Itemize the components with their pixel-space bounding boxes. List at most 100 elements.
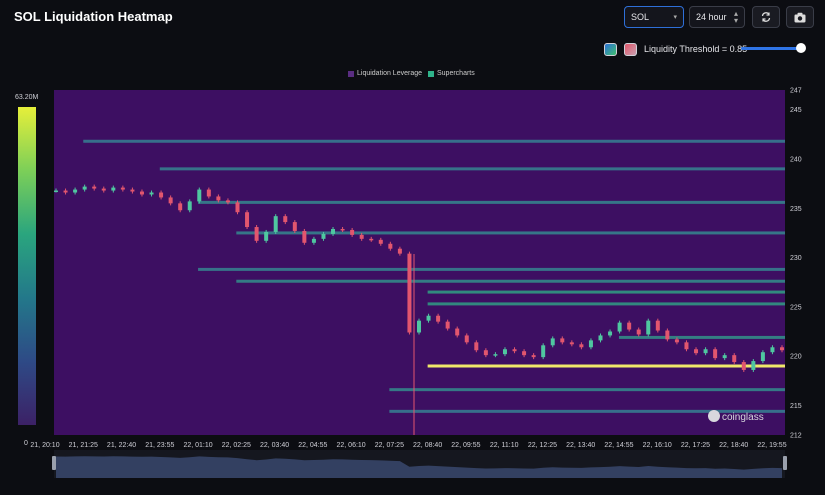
candle xyxy=(292,222,297,231)
candle xyxy=(722,355,727,359)
candle xyxy=(359,234,364,239)
candle xyxy=(464,335,469,343)
x-tick-label: 22, 11:10 xyxy=(490,442,519,449)
candle xyxy=(159,192,164,198)
candle xyxy=(264,231,269,241)
candle xyxy=(588,340,593,348)
candle xyxy=(417,320,421,333)
x-tick-label: 22, 08:40 xyxy=(413,442,442,449)
candle xyxy=(455,328,460,336)
x-tick-label: 22, 18:40 xyxy=(719,442,748,449)
candle xyxy=(273,216,278,232)
y-tick-label: 215 xyxy=(790,403,802,410)
x-tick-label: 22, 07:25 xyxy=(375,442,404,449)
coinglass-logo: coinglass xyxy=(708,410,764,423)
candle xyxy=(655,320,660,331)
liquidity-band xyxy=(236,231,785,235)
candle xyxy=(627,322,632,330)
candle xyxy=(474,342,479,351)
x-tick-label: 22, 04:55 xyxy=(298,442,327,449)
x-tick-label: 22, 01:10 xyxy=(183,442,212,449)
candle xyxy=(694,349,699,354)
candle xyxy=(54,190,58,193)
y-tick-label: 230 xyxy=(790,255,802,262)
candle xyxy=(63,190,68,193)
candle xyxy=(120,187,125,190)
candle xyxy=(493,354,498,356)
candle xyxy=(187,201,192,211)
x-tick-label: 22, 17:25 xyxy=(681,442,710,449)
candle xyxy=(780,347,784,351)
x-tick-label: 22, 09:55 xyxy=(451,442,480,449)
x-tick-label: 21, 23:55 xyxy=(145,442,174,449)
y-tick-label: 240 xyxy=(790,157,802,164)
candle xyxy=(483,350,488,356)
candle xyxy=(665,330,670,340)
candle xyxy=(436,315,441,322)
candle xyxy=(149,192,154,195)
candle xyxy=(168,197,173,204)
candle xyxy=(569,342,574,345)
candle xyxy=(407,253,412,333)
candle xyxy=(82,186,87,190)
x-tick-label: 22, 06:10 xyxy=(337,442,366,449)
candle xyxy=(101,188,106,191)
candle xyxy=(741,362,746,370)
candle xyxy=(321,233,326,239)
candle xyxy=(751,361,756,370)
candle xyxy=(378,239,383,244)
candle xyxy=(302,230,307,243)
candle xyxy=(646,320,651,335)
candle xyxy=(579,344,584,348)
liquidity-band xyxy=(198,267,786,271)
candle xyxy=(397,248,402,254)
candle xyxy=(674,339,679,343)
candle xyxy=(311,238,316,243)
candle xyxy=(617,322,622,332)
navigator-left-handle[interactable] xyxy=(52,456,56,470)
x-tick-label: 21, 22:40 xyxy=(107,442,136,449)
candle xyxy=(331,228,336,234)
x-tick-label: 22, 13:40 xyxy=(566,442,595,449)
candle xyxy=(512,349,517,352)
candle xyxy=(139,191,144,195)
navigator-right-handle[interactable] xyxy=(783,456,787,470)
liquidity-band xyxy=(427,290,785,294)
candle xyxy=(388,243,393,249)
candle xyxy=(245,212,250,228)
candle xyxy=(178,203,183,211)
candle xyxy=(703,349,708,354)
y-tick-label: 220 xyxy=(790,354,802,361)
candle xyxy=(225,200,230,203)
candle xyxy=(636,329,641,335)
candle xyxy=(608,331,613,336)
candle xyxy=(770,347,775,353)
candle xyxy=(713,349,718,359)
heatmap-chart[interactable]: 247245240235230225220215212 21, 20:10 21,… xyxy=(0,0,825,495)
liquidity-band xyxy=(618,335,785,339)
x-tick-label: 22, 12:25 xyxy=(528,442,557,449)
candle xyxy=(235,202,240,213)
candle xyxy=(197,189,202,202)
x-tick-label: 22, 03:40 xyxy=(260,442,289,449)
liquidity-band xyxy=(427,364,785,368)
y-axis: 247 245 240 235 230 225 220 215 212 xyxy=(790,88,802,440)
liquidity-band xyxy=(83,139,785,143)
candle xyxy=(369,238,374,241)
candle xyxy=(73,189,78,193)
y-tick-label: 225 xyxy=(790,304,802,311)
x-tick-label: 22, 16:10 xyxy=(643,442,672,449)
y-tick-label: 212 xyxy=(790,433,802,440)
candle xyxy=(111,187,116,191)
candle xyxy=(130,189,135,192)
candle xyxy=(502,349,507,355)
candle xyxy=(522,351,527,356)
y-tick-label: 235 xyxy=(790,206,802,213)
x-tick-label: 22, 02:25 xyxy=(222,442,251,449)
candle xyxy=(760,352,765,362)
watermark-text: coinglass xyxy=(722,412,764,423)
y-tick-label: 247 xyxy=(790,88,802,95)
x-tick-label: 21, 21:25 xyxy=(69,442,98,449)
y-tick-label: 245 xyxy=(790,107,802,114)
candle xyxy=(598,335,603,341)
